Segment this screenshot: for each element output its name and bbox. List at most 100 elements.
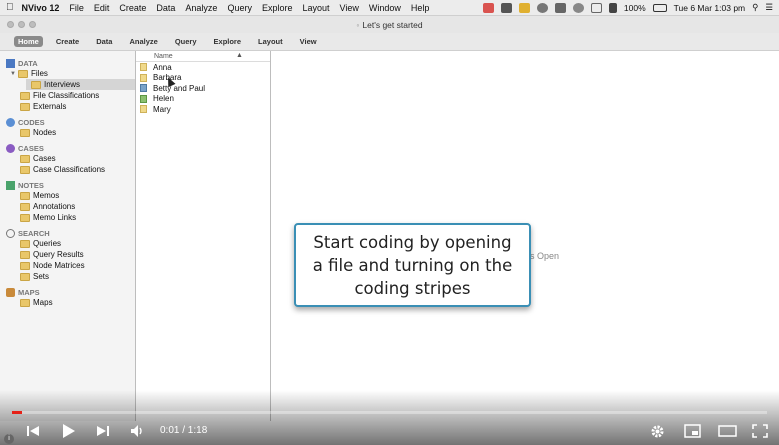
- tab-layout[interactable]: Layout: [254, 36, 287, 47]
- callout-text: Start coding by opening a file and turni…: [312, 232, 513, 298]
- menu-help[interactable]: Help: [411, 3, 430, 13]
- skip-next-icon: [97, 426, 109, 436]
- nav-item-sets[interactable]: Sets: [0, 271, 135, 282]
- folder-icon: [20, 239, 30, 248]
- nav-item-file-classifications[interactable]: File Classifications: [0, 90, 135, 101]
- nav-item-query-results[interactable]: Query Results: [0, 249, 135, 260]
- miniplayer-button[interactable]: [684, 420, 701, 442]
- nav-item-memo-links[interactable]: Memo Links: [0, 212, 135, 223]
- tab-explore[interactable]: Explore: [210, 36, 246, 47]
- menu-create[interactable]: Create: [119, 3, 146, 13]
- folder-icon: [18, 69, 28, 78]
- section-notes[interactable]: NOTES: [0, 180, 135, 190]
- nav-item-node-matrices[interactable]: Node Matrices: [0, 260, 135, 271]
- section-search[interactable]: SEARCH: [0, 228, 135, 238]
- nav-item-queries[interactable]: Queries: [0, 238, 135, 249]
- section-notes-label: NOTES: [18, 180, 44, 190]
- menu-explore[interactable]: Explore: [262, 3, 293, 13]
- miniplayer-icon: [684, 424, 701, 438]
- folder-icon: [20, 165, 30, 174]
- fullscreen-icon: [752, 424, 768, 438]
- camera-icon[interactable]: [500, 2, 512, 13]
- folder-icon: [31, 80, 41, 89]
- menu-file[interactable]: File: [69, 3, 84, 13]
- tab-query[interactable]: Query: [171, 36, 201, 47]
- section-cases[interactable]: CASES: [0, 143, 135, 153]
- list-item[interactable]: Helen: [136, 94, 270, 105]
- nav-item-nodes[interactable]: Nodes: [0, 127, 135, 138]
- folder-icon: [20, 128, 30, 137]
- shield-icon[interactable]: [518, 2, 530, 13]
- nav-item-files[interactable]: ▼ Files: [0, 68, 135, 79]
- list-item[interactable]: Anna: [136, 62, 270, 73]
- list-column-header[interactable]: Name ▲: [136, 51, 270, 62]
- tab-create[interactable]: Create: [52, 36, 83, 47]
- column-name-label[interactable]: Name: [154, 53, 173, 60]
- list-item[interactable]: Mary: [136, 104, 270, 115]
- menu-data[interactable]: Data: [156, 3, 175, 13]
- volume-icon[interactable]: [608, 2, 617, 13]
- list-item-label: Betty and Paul: [153, 83, 206, 93]
- search-icon: [6, 228, 15, 238]
- spotlight-icon[interactable]: ⚲: [752, 2, 758, 13]
- battery-icon[interactable]: [652, 3, 667, 12]
- tab-view[interactable]: View: [296, 36, 321, 47]
- menu-view[interactable]: View: [340, 3, 359, 13]
- volume-button[interactable]: [130, 420, 146, 442]
- folder-icon: [20, 191, 30, 200]
- menu-analyze[interactable]: Analyze: [185, 3, 217, 13]
- settings-button[interactable]: [650, 420, 665, 442]
- nav-item-interviews[interactable]: Interviews: [26, 79, 135, 90]
- nav-item-cases[interactable]: Cases: [0, 153, 135, 164]
- sort-ascending-icon[interactable]: ▲: [236, 52, 243, 59]
- nav-item-externals[interactable]: Externals: [0, 101, 135, 112]
- tab-home[interactable]: Home: [14, 36, 43, 47]
- menu-window[interactable]: Window: [369, 3, 401, 13]
- nav-item-label: Nodes: [33, 128, 57, 137]
- menu-edit[interactable]: Edit: [94, 3, 110, 13]
- navigation-pane: DATA ▼ Files Interviews File Classificat…: [0, 51, 136, 421]
- nav-item-case-classifications[interactable]: Case Classifications: [0, 164, 135, 175]
- window-titlebar: ◦ Let's get started: [0, 16, 779, 33]
- section-codes[interactable]: CODES: [0, 117, 135, 127]
- previous-button[interactable]: [26, 420, 40, 442]
- play-button[interactable]: [60, 420, 76, 442]
- folder-icon: [20, 102, 30, 111]
- tab-data[interactable]: Data: [92, 36, 116, 47]
- maps-icon: [6, 287, 15, 297]
- nav-item-label: Files: [31, 69, 48, 78]
- section-data[interactable]: DATA: [0, 58, 135, 68]
- time-machine-icon[interactable]: [572, 2, 584, 13]
- menu-query[interactable]: Query: [227, 3, 252, 13]
- fullscreen-button[interactable]: [752, 420, 768, 442]
- nav-item-label: Interviews: [44, 80, 81, 89]
- video-progress-bar[interactable]: [12, 411, 767, 414]
- nav-item-memos[interactable]: Memos: [0, 190, 135, 201]
- tab-analyze[interactable]: Analyze: [125, 36, 161, 47]
- nav-item-maps[interactable]: Maps: [0, 297, 135, 308]
- info-icon[interactable]: i: [4, 434, 14, 444]
- at-icon[interactable]: [536, 2, 548, 13]
- notification-center-icon[interactable]: ☰: [765, 2, 773, 13]
- next-button[interactable]: [96, 420, 110, 442]
- wifi-icon[interactable]: [590, 2, 602, 13]
- nav-item-label: Memo Links: [33, 213, 77, 222]
- apple-icon[interactable]: : [6, 2, 14, 13]
- menu-layout[interactable]: Layout: [302, 3, 329, 13]
- menu-app-name[interactable]: NVivo 12: [22, 3, 60, 13]
- theater-mode-icon: [718, 425, 737, 437]
- document-icon: [140, 73, 147, 82]
- record-icon[interactable]: [482, 2, 494, 13]
- disclosure-triangle-icon[interactable]: ▼: [10, 71, 18, 77]
- nav-item-label: Memos: [33, 191, 60, 200]
- section-maps[interactable]: MAPS: [0, 287, 135, 297]
- clock[interactable]: Tue 6 Mar 1:03 pm: [674, 3, 746, 13]
- folder-icon: [20, 261, 30, 270]
- theater-mode-button[interactable]: [718, 420, 737, 442]
- cloud-icon[interactable]: [554, 2, 566, 13]
- list-item[interactable]: Barbara: [136, 73, 270, 84]
- list-item-label: Mary: [153, 104, 171, 114]
- nav-item-annotations[interactable]: Annotations: [0, 201, 135, 212]
- section-cases-label: CASES: [18, 143, 44, 153]
- list-item[interactable]: Betty and Paul: [136, 83, 270, 94]
